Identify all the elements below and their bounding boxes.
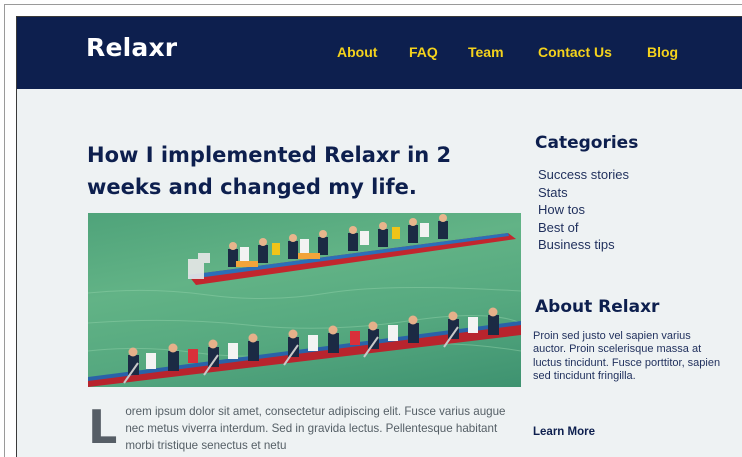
- nav-about[interactable]: About: [337, 44, 377, 60]
- categories-list: Success stories Stats How tos Best of Bu…: [538, 166, 629, 254]
- article-title: How I implemented Relaxr in 2 weeks and …: [87, 143, 452, 199]
- list-item: How tos: [538, 201, 629, 219]
- nav-blog[interactable]: Blog: [647, 44, 678, 60]
- brand-logo[interactable]: Relaxr: [86, 33, 177, 62]
- drop-cap: L: [88, 400, 118, 454]
- category-stats[interactable]: Stats: [538, 184, 629, 202]
- list-item: Business tips: [538, 236, 629, 254]
- nav-team[interactable]: Team: [468, 44, 504, 60]
- dragon-boat-photo: [88, 213, 521, 387]
- list-item: Success stories: [538, 166, 629, 184]
- nav-faq[interactable]: FAQ: [409, 44, 438, 60]
- nav-contact-us[interactable]: Contact Us: [538, 44, 612, 60]
- category-how-tos[interactable]: How tos: [538, 201, 629, 219]
- category-best-of[interactable]: Best of: [538, 219, 629, 237]
- list-item: Stats: [538, 184, 629, 202]
- main-nav: About FAQ Team Contact Us Blog: [337, 44, 742, 64]
- list-item: Best of: [538, 219, 629, 237]
- page-frame: Relaxr About FAQ Team Contact Us Blog Ho…: [16, 16, 742, 457]
- learn-more-link[interactable]: Learn More: [533, 426, 595, 438]
- article-body-text: orem ipsum dolor sit amet, consectetur a…: [125, 405, 506, 452]
- category-business-tips[interactable]: Business tips: [538, 236, 629, 254]
- category-success-stories[interactable]: Success stories: [538, 166, 629, 184]
- article-body: L orem ipsum dolor sit amet, consectetur…: [88, 403, 521, 454]
- about-heading: About Relaxr: [535, 297, 660, 317]
- dragon-boat-illustration: [88, 214, 521, 387]
- about-text: Proin sed justo vel sapien varius auctor…: [533, 330, 721, 383]
- categories-heading: Categories: [535, 133, 639, 153]
- top-navbar: Relaxr About FAQ Team Contact Us Blog: [17, 17, 742, 89]
